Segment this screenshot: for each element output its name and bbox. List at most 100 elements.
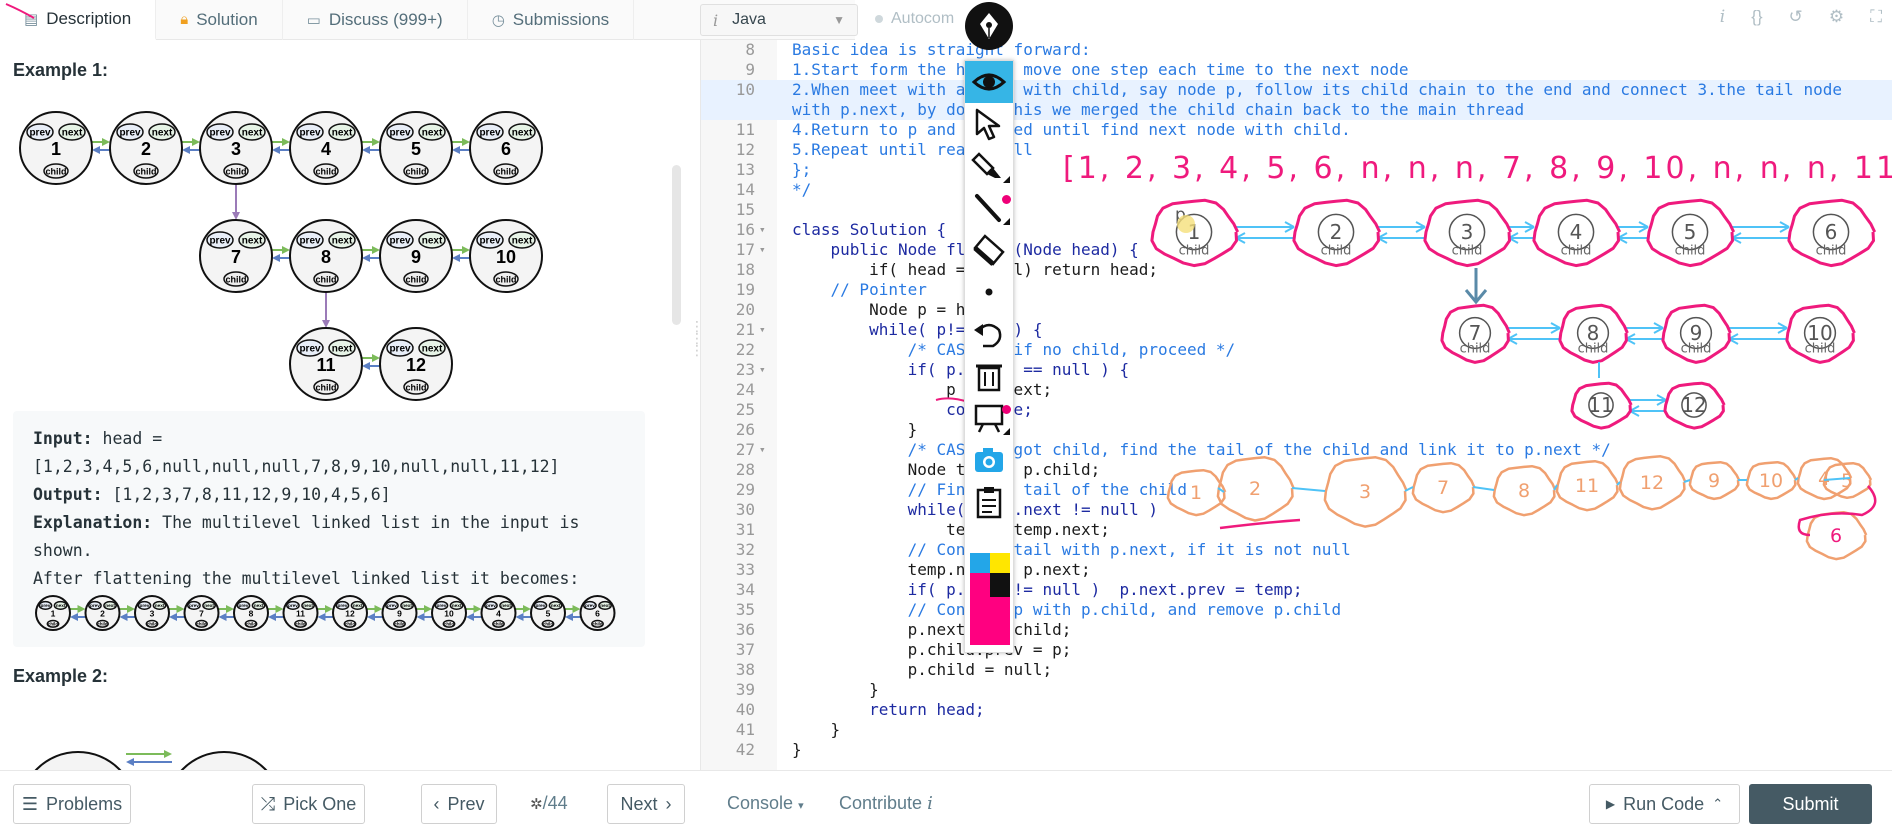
code-line[interactable]: 13};	[701, 160, 1892, 180]
fold-arrow-icon[interactable]: ▾	[759, 220, 766, 240]
braces-icon[interactable]: {}	[1751, 7, 1762, 27]
link-arrows	[466, 605, 482, 621]
svg-text:next: next	[512, 236, 533, 247]
svg-text:prev: prev	[299, 344, 321, 355]
code-line[interactable]: 38 p.child = null;	[701, 660, 1892, 680]
code-line[interactable]: 35 // Connect p with p.child, and remove…	[701, 600, 1892, 620]
dot-tool[interactable]	[965, 271, 1013, 313]
code-line[interactable]: 27 ▾ /* CASE 2: got child, find the tail …	[701, 440, 1892, 460]
undo-tool[interactable]	[965, 313, 1013, 355]
code-line[interactable]: 33 temp.next = p.next;	[701, 560, 1892, 580]
code-line[interactable]: 18 if( head == null) return head;	[701, 260, 1892, 280]
highlighter-tool[interactable]	[965, 145, 1013, 187]
autocomplete-toggle[interactable]: Autocom	[875, 10, 954, 28]
whiteboard-tool[interactable]	[965, 397, 1013, 439]
child-pointer: child	[313, 379, 339, 395]
clipboard-tool[interactable]	[965, 481, 1013, 523]
console-button[interactable]: Console ▾	[727, 793, 804, 814]
problems-button[interactable]: ☰ Problems	[13, 784, 131, 824]
panel-resize-handle[interactable]: ⋮ ⋮ ⋮	[690, 319, 704, 390]
palette-swatch[interactable]	[990, 597, 1010, 645]
settings-icon[interactable]: ⚙	[1829, 7, 1844, 27]
code-line[interactable]: 15	[701, 200, 1892, 220]
tab-discuss[interactable]: ▭ Discuss (999+)	[283, 0, 468, 40]
code-line[interactable]: 14 */	[701, 180, 1892, 200]
comment-icon: ▭	[306, 11, 321, 29]
submit-button[interactable]: Submit	[1749, 784, 1872, 824]
color-palette[interactable]	[970, 553, 1010, 645]
cursor-tool[interactable]	[965, 103, 1013, 145]
line-number: 42	[735, 740, 755, 759]
submit-label: Submit	[1782, 793, 1839, 814]
pick-one-button[interactable]: ⤮ Pick One	[252, 784, 365, 824]
tab-description[interactable]: ▤ Description	[0, 0, 157, 40]
code-line[interactable]: 10 2.When meet with a node with child, sa…	[701, 80, 1892, 100]
tab-solution[interactable]: 🔒︎ Solution	[156, 0, 283, 40]
code-line[interactable]: 24 p = p.next;	[701, 380, 1892, 400]
code-line[interactable]: 26 }	[701, 420, 1892, 440]
reset-icon[interactable]: ↺	[1789, 7, 1803, 27]
code-line[interactable]: 34 if( p.next != null ) p.next.prev = te…	[701, 580, 1892, 600]
link-arrows	[452, 246, 470, 262]
code-line[interactable]: 39 }	[701, 680, 1892, 700]
fold-arrow-icon[interactable]: ▾	[759, 360, 766, 380]
problem-counter: ✲/44	[530, 793, 568, 813]
node-value: 8	[249, 608, 254, 618]
fullscreen-icon[interactable]: ⛶	[1870, 7, 1882, 27]
prev-button[interactable]: ‹ Prev	[421, 784, 497, 824]
info-icon[interactable]: i	[1720, 7, 1725, 27]
code-line[interactable]: 8 Basic idea is straight forward:	[701, 40, 1892, 60]
code-line[interactable]: 40 return head;	[701, 700, 1892, 720]
code-line[interactable]: 37 p.child.prev = p;	[701, 640, 1892, 660]
fold-arrow-icon[interactable]: ▾	[759, 440, 766, 460]
code-line[interactable]: 25 continue;	[701, 400, 1892, 420]
palette-swatch[interactable]	[990, 553, 1010, 573]
code-line[interactable]: 29 // Find the tail of the child	[701, 480, 1892, 500]
description-scrollbar[interactable]	[672, 165, 681, 325]
contribute-button[interactable]: Contribute i	[839, 793, 933, 814]
code-line[interactable]: 36 p.next = p.child;	[701, 620, 1892, 640]
code-line[interactable]: 22 /* CASE 1: if no child, proceed */	[701, 340, 1892, 360]
svg-text:next: next	[512, 128, 533, 139]
eye-tool[interactable]	[965, 61, 1013, 103]
camera-tool[interactable]	[965, 439, 1013, 481]
chevron-up-icon: ⌃	[1712, 796, 1724, 811]
code-text: // Connect p with p.child, and remove p.…	[792, 600, 1342, 619]
code-line[interactable]: 42}	[701, 740, 1892, 760]
link-arrows	[515, 605, 531, 621]
fold-arrow-icon[interactable]: ▾	[759, 320, 766, 340]
palette-swatch[interactable]	[970, 573, 990, 597]
code-line[interactable]: with p.next, by doing this we merged the…	[701, 100, 1892, 120]
fold-arrow-icon[interactable]: ▾	[759, 240, 766, 260]
language-select[interactable]: i Java ▼	[700, 4, 858, 36]
pen-tool[interactable]	[965, 187, 1013, 229]
pen-nib-icon[interactable]	[965, 2, 1013, 50]
tab-submissions[interactable]: ◷ Submissions	[468, 0, 635, 40]
code-line[interactable]: 23 ▾ if( p.child == null ) {	[701, 360, 1892, 380]
palette-swatch[interactable]	[990, 573, 1010, 597]
code-line[interactable]: 16 ▾ class Solution {	[701, 220, 1892, 240]
code-line[interactable]: 19 // Pointer	[701, 280, 1892, 300]
code-line[interactable]: 20 Node p = head;	[701, 300, 1892, 320]
run-code-button[interactable]: ▶ Run Code ⌃	[1589, 784, 1740, 824]
next-button[interactable]: Next ›	[607, 784, 685, 824]
code-line[interactable]: 17▾ public Node flatten(Node head) {	[701, 240, 1892, 260]
trash-tool[interactable]	[965, 355, 1013, 397]
code-line[interactable]: 21 ▾ while( p!= null) {	[701, 320, 1892, 340]
code-editor[interactable]: 8 Basic idea is straight forward: 9 1.Start…	[700, 40, 1892, 770]
code-line[interactable]: 31 temp = temp.next;	[701, 520, 1892, 540]
code-line[interactable]: 41 }	[701, 720, 1892, 740]
code-line[interactable]: 28 Node temp = p.child;	[701, 460, 1892, 480]
code-line[interactable]: 9 1.Start form the head , move one step e…	[701, 60, 1892, 80]
undo-icon	[974, 323, 1002, 348]
code-line[interactable]: 12 5.Repeat until reach null	[701, 140, 1892, 160]
palette-swatch[interactable]	[970, 553, 990, 573]
language-value: Java	[732, 11, 766, 28]
child-pointer: child	[541, 619, 555, 628]
line-number: 33	[735, 560, 755, 579]
code-line[interactable]: 11 4.Return to p and proceed until find n…	[701, 120, 1892, 140]
code-line[interactable]: 32 // Connect tail with p.next, if it is…	[701, 540, 1892, 560]
eraser-tool[interactable]	[965, 229, 1013, 271]
code-line[interactable]: 30 while( temp.next != null )	[701, 500, 1892, 520]
svg-text:child: child	[135, 167, 156, 177]
